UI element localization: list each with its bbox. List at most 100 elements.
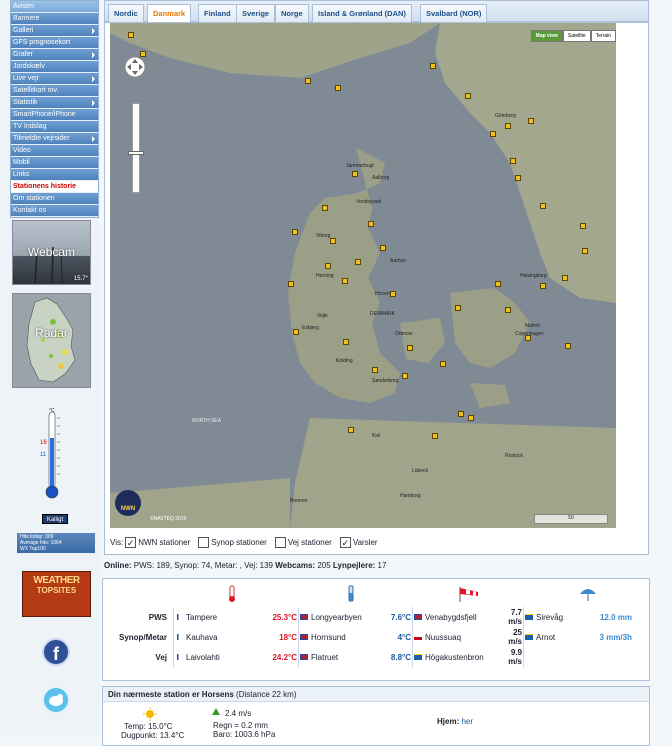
station-value: 18°C	[279, 632, 297, 642]
station-marker-icon[interactable]	[402, 373, 408, 379]
station-marker-icon[interactable]	[562, 275, 568, 281]
menu-item[interactable]: SmartPhone/iPhone	[11, 109, 98, 121]
menu-item[interactable]: Links	[11, 169, 98, 181]
nearest-home-link[interactable]: her	[461, 717, 473, 726]
zoom-slider[interactable]	[132, 103, 140, 193]
station-marker-icon[interactable]	[372, 367, 378, 373]
station-cell[interactable]: Kauhava	[174, 627, 250, 647]
layer-checkbox[interactable]	[198, 537, 210, 548]
radar-thumbnail[interactable]: Radar	[12, 293, 91, 388]
station-marker-icon[interactable]	[292, 229, 298, 235]
station-marker-icon[interactable]	[432, 433, 438, 439]
maptype-button[interactable]: Terrain	[590, 30, 616, 42]
station-cell[interactable]: Arnot	[524, 627, 578, 647]
tab-5[interactable]: Island & Grønland (DAN)	[312, 4, 412, 23]
station-cell[interactable]: Sirevåg	[524, 607, 578, 627]
maptype-button[interactable]: Map view	[530, 30, 563, 42]
station-marker-icon[interactable]	[430, 63, 436, 69]
menu-item[interactable]: Bannere	[11, 13, 98, 25]
station-marker-icon[interactable]	[325, 263, 331, 269]
station-marker-icon[interactable]	[495, 281, 501, 287]
station-marker-icon[interactable]	[348, 427, 354, 433]
station-marker-icon[interactable]	[335, 85, 341, 91]
umbrella-icon	[580, 589, 596, 601]
tab-3[interactable]: Sverige	[236, 4, 276, 23]
station-marker-icon[interactable]	[528, 118, 534, 124]
station-marker-icon[interactable]	[390, 291, 396, 297]
station-cell[interactable]: Högakustenbron	[413, 647, 499, 667]
table-row: PWS Tampere 25.3°C Longyearbyen 7.6°C Venabyg…	[105, 607, 633, 627]
layer-checkbox[interactable]: ✓	[125, 537, 137, 548]
facebook-icon[interactable]: f	[42, 638, 70, 666]
station-marker-icon[interactable]	[505, 307, 511, 313]
tab-2[interactable]: Finland	[198, 4, 237, 23]
station-marker-icon[interactable]	[440, 361, 446, 367]
station-marker-icon[interactable]	[407, 345, 413, 351]
station-marker-icon[interactable]	[540, 203, 546, 209]
station-marker-icon[interactable]	[355, 259, 361, 265]
layer-checkbox[interactable]: ✓	[339, 537, 351, 548]
menu-item[interactable]: Stationens historie	[11, 181, 98, 193]
menu-item[interactable]: Jordskælv	[11, 61, 98, 73]
station-marker-icon[interactable]	[368, 221, 374, 227]
station-marker-icon[interactable]	[515, 175, 521, 181]
menu-item[interactable]: Tilmeldte vejrsider	[11, 133, 98, 145]
station-marker-icon[interactable]	[352, 171, 358, 177]
station-marker-icon[interactable]	[505, 123, 511, 129]
webcam-thumbnail[interactable]: Webcam 15.7°	[12, 220, 91, 285]
menu-item[interactable]: Kontakt os	[11, 205, 98, 217]
kalibrate-button[interactable]: Kalligt	[42, 514, 68, 524]
station-marker-icon[interactable]	[580, 223, 586, 229]
menu-item[interactable]: GFS prognosekort	[11, 37, 98, 49]
station-marker-icon[interactable]	[525, 335, 531, 341]
weather-map[interactable]: Jammerbugt Aalborg Vendsyssel Viborg Aarhus V…	[110, 23, 616, 528]
station-marker-icon[interactable]	[582, 248, 588, 254]
menu-item[interactable]: Avisen	[11, 1, 98, 13]
station-marker-icon[interactable]	[322, 205, 328, 211]
station-cell[interactable]: Flatruet	[299, 647, 380, 667]
station-marker-icon[interactable]	[128, 32, 134, 38]
tab-4[interactable]: Norge	[275, 4, 309, 23]
station-marker-icon[interactable]	[540, 283, 546, 289]
menu-item[interactable]: Live vejr	[11, 73, 98, 85]
station-marker-icon[interactable]	[510, 158, 516, 164]
station-cell[interactable]: Longyearbyen	[299, 607, 380, 627]
station-marker-icon[interactable]	[458, 411, 464, 417]
weather-topsites-banner[interactable]: WEATHER TOPSITES	[22, 571, 91, 617]
station-marker-icon[interactable]	[293, 329, 299, 335]
station-marker-icon[interactable]	[343, 339, 349, 345]
station-marker-icon[interactable]	[288, 281, 294, 287]
menu-item[interactable]: Mobil	[11, 157, 98, 169]
station-marker-icon[interactable]	[468, 415, 474, 421]
menu-item[interactable]: Grafer	[11, 49, 98, 61]
twitter-bird-icon[interactable]	[42, 686, 70, 714]
maptype-button[interactable]: Satellite	[562, 30, 591, 42]
station-marker-icon[interactable]	[305, 78, 311, 84]
tab-0[interactable]: Nordic	[108, 4, 144, 23]
station-cell[interactable]: Hornsund	[299, 627, 380, 647]
pan-control[interactable]	[124, 56, 146, 78]
menu-item[interactable]: Statistik	[11, 97, 98, 109]
station-cell[interactable]: Nuussuaq	[413, 627, 499, 647]
station-marker-icon[interactable]	[342, 278, 348, 284]
station-cell[interactable]: Laivolahti	[174, 647, 250, 667]
menu-item[interactable]: Video	[11, 145, 98, 157]
tab-1[interactable]: Danmark	[147, 4, 192, 23]
menu-item[interactable]: Satellitkort mv.	[11, 85, 98, 97]
hits-counter-badge[interactable]: Hits today: 309 Average hits: 1064 WX To…	[17, 533, 95, 553]
menu-item[interactable]: Galleri	[11, 25, 98, 37]
station-cell[interactable]: Tampere	[174, 607, 250, 627]
station-marker-icon[interactable]	[380, 245, 386, 251]
station-cell[interactable]: Venabygdsfjell	[413, 607, 499, 627]
station-marker-icon[interactable]	[490, 131, 496, 137]
station-marker-icon[interactable]	[330, 238, 336, 244]
flag-icon	[525, 614, 533, 621]
station-marker-icon[interactable]	[465, 93, 471, 99]
station-marker-icon[interactable]	[565, 343, 571, 349]
menu-item[interactable]: Om stationen	[11, 193, 98, 205]
tab-6[interactable]: Svalbard (NOR)	[420, 4, 488, 23]
zoom-handle[interactable]	[128, 151, 144, 155]
station-marker-icon[interactable]	[455, 305, 461, 311]
layer-checkbox[interactable]	[274, 537, 286, 548]
menu-item[interactable]: TV Indslag	[11, 121, 98, 133]
